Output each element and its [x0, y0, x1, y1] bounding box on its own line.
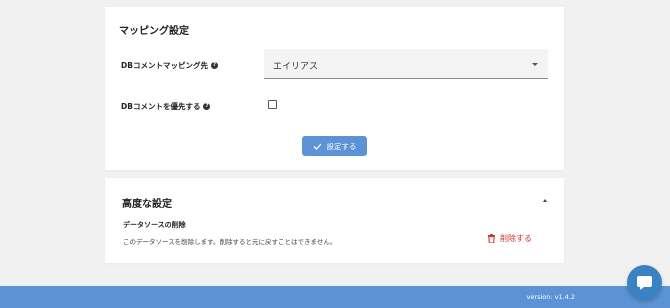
- check-icon: [313, 143, 321, 150]
- mapping-settings-title: マッピング設定: [119, 26, 189, 37]
- advanced-settings-card: 高度な設定 データソースの削除 このデータソースを削除します。削除すると元に戻す…: [105, 178, 564, 263]
- db-comment-mapping-label: DBコメントマッピング先: [121, 61, 208, 70]
- submit-label: 設定する: [326, 141, 357, 151]
- trash-icon: [488, 234, 495, 243]
- mapping-settings-card: マッピング設定 DBコメントマッピング先 ? エイリアス DBコメントを優先する…: [105, 7, 564, 170]
- db-comment-priority-label-row: DBコメントを優先する ?: [121, 101, 211, 112]
- db-comment-priority-label: DBコメントを優先する: [121, 102, 201, 111]
- chevron-up-icon[interactable]: [543, 199, 547, 202]
- db-comment-mapping-select[interactable]: エイリアス: [264, 49, 548, 79]
- select-value: エイリアス: [273, 62, 319, 72]
- delete-datasource-description: このデータソースを削除します。削除すると元に戻すことはできません。: [123, 238, 337, 246]
- db-comment-mapping-label-row: DBコメントマッピング先 ?: [121, 60, 218, 71]
- chat-icon: [637, 275, 652, 290]
- help-icon[interactable]: ?: [210, 62, 218, 69]
- help-icon[interactable]: ?: [203, 103, 211, 110]
- delete-label: 削除する: [500, 234, 532, 243]
- delete-button[interactable]: 削除する: [488, 233, 532, 244]
- submit-button[interactable]: 設定する: [302, 136, 367, 156]
- chat-button[interactable]: [627, 265, 662, 300]
- db-comment-priority-checkbox[interactable]: [268, 100, 277, 109]
- footer: version: v1.4.2: [0, 286, 670, 308]
- chevron-down-icon: [532, 63, 538, 66]
- delete-datasource-title: データソースの削除: [123, 221, 186, 229]
- advanced-settings-title: 高度な設定: [122, 199, 172, 210]
- version-text: version: v1.4.2: [526, 293, 575, 301]
